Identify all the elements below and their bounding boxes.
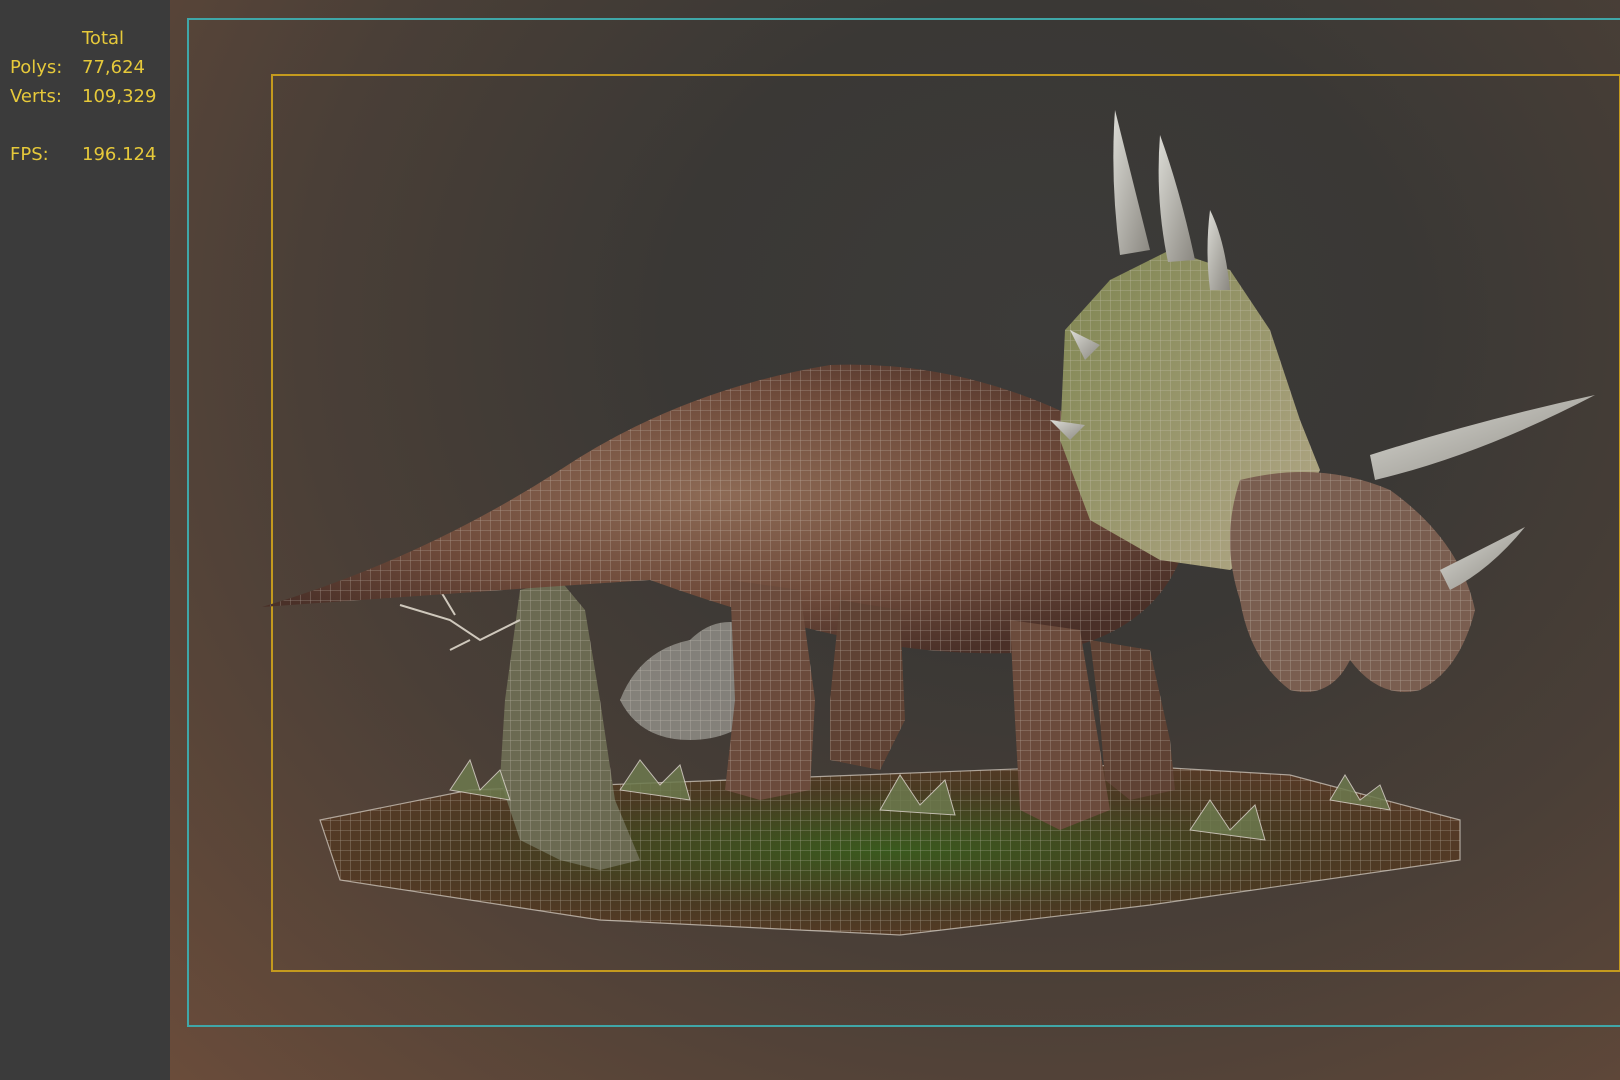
triceratops-model[interactable] bbox=[0, 0, 1620, 1080]
dinosaur-head bbox=[1230, 472, 1475, 692]
dinosaur-body bbox=[262, 364, 1180, 654]
